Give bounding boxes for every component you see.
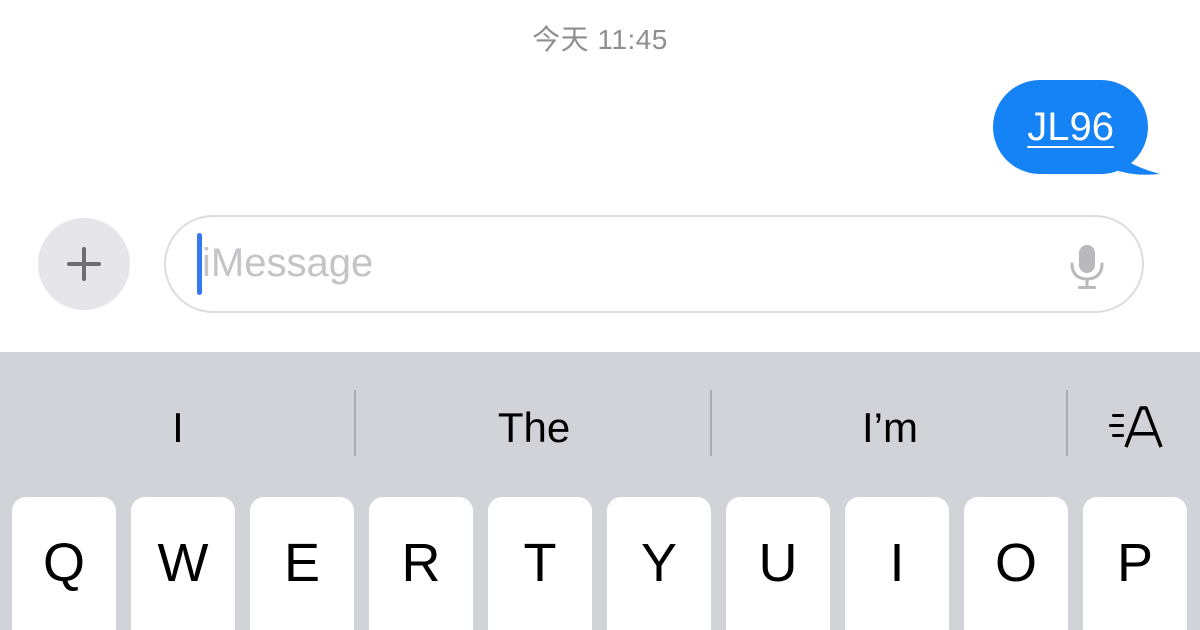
message-link-text[interactable]: JL96: [1027, 105, 1114, 150]
text-format-icon[interactable]: [1104, 400, 1168, 456]
key-e[interactable]: E: [250, 497, 354, 630]
message-input-placeholder: iMessage: [202, 241, 374, 285]
message-timestamp: 今天 11:45: [532, 24, 668, 55]
microphone-icon[interactable]: [1068, 244, 1106, 290]
suggestion-3[interactable]: I’m: [712, 400, 1068, 456]
key-r[interactable]: R: [369, 497, 473, 630]
suggestion-2[interactable]: The: [356, 400, 712, 456]
messages-screen: 今天 11:45 JL96 iMessage I The I’m Q W E R…: [0, 0, 1200, 630]
key-u[interactable]: U: [726, 497, 830, 630]
keyboard: I The I’m Q W E R T Y U I O P: [0, 352, 1200, 630]
key-t[interactable]: T: [488, 497, 592, 630]
add-attachment-button[interactable]: [38, 218, 130, 310]
key-q[interactable]: Q: [12, 497, 116, 630]
plus-icon: [67, 247, 101, 281]
message-input[interactable]: iMessage: [164, 215, 1144, 313]
key-i[interactable]: I: [845, 497, 949, 630]
suggestion-1[interactable]: I: [0, 400, 356, 456]
key-w[interactable]: W: [131, 497, 235, 630]
key-o[interactable]: O: [964, 497, 1068, 630]
key-y[interactable]: Y: [607, 497, 711, 630]
outgoing-message-bubble[interactable]: JL96: [993, 80, 1148, 174]
suggestion-divider: [1066, 390, 1068, 456]
key-p[interactable]: P: [1083, 497, 1187, 630]
